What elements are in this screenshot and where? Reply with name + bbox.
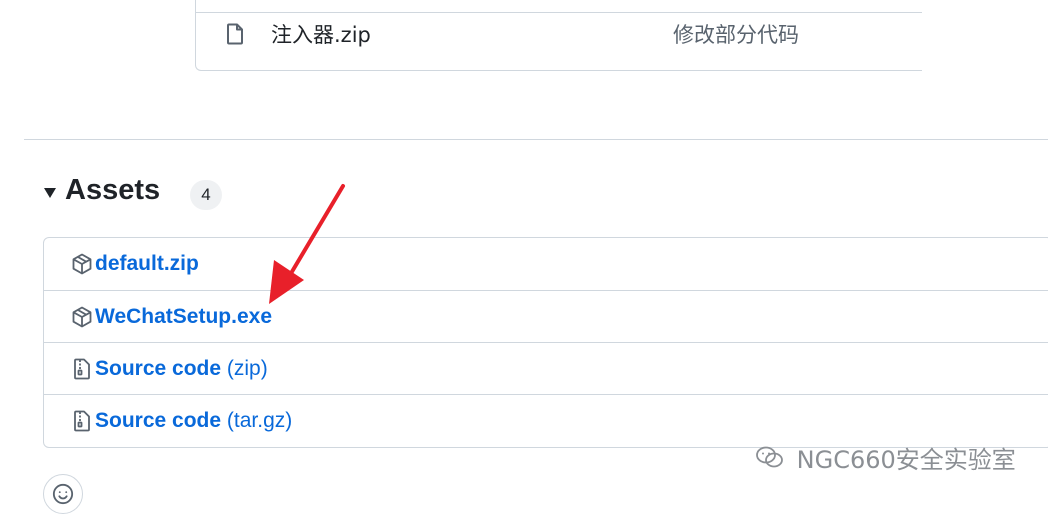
package-icon <box>72 253 92 275</box>
asset-name[interactable]: WeChatSetup.exe <box>95 305 272 328</box>
asset-name[interactable]: Source code <box>95 357 221 380</box>
file-name[interactable]: 注入器.zip <box>271 19 371 49</box>
asset-link[interactable]: default.zip <box>95 252 199 276</box>
asset-name[interactable]: default.zip <box>95 252 199 275</box>
asset-row-source-targz: Source code (tar.gz) <box>44 394 1048 446</box>
red-arrow-annotation <box>269 184 345 304</box>
file-list: 注入器.zip 修改部分代码 <box>195 0 922 71</box>
package-icon <box>72 306 92 328</box>
asset-name[interactable]: Source code <box>95 409 221 432</box>
add-reaction-button[interactable] <box>43 474 83 514</box>
watermark-text: NGC660安全实验室 <box>796 446 1016 474</box>
asset-row-default-zip: default.zip <box>44 238 1048 290</box>
asset-row-source-zip: Source code (zip) <box>44 342 1048 394</box>
asset-suffix[interactable]: (zip) <box>227 357 268 380</box>
commit-message[interactable]: 修改部分代码 <box>673 19 799 49</box>
file-zip-icon <box>74 410 90 432</box>
assets-count-badge: 4 <box>190 180 222 210</box>
triangle-down-icon[interactable] <box>44 188 56 198</box>
asset-suffix[interactable]: (tar.gz) <box>227 409 292 432</box>
asset-row-wechatsetup-exe: WeChatSetup.exe <box>44 290 1048 342</box>
file-row[interactable]: 注入器.zip 修改部分代码 <box>196 13 922 71</box>
watermark: NGC660安全实验室 <box>755 440 1016 474</box>
file-icon <box>227 23 243 45</box>
asset-link[interactable]: Source code (zip) <box>95 357 268 381</box>
asset-link[interactable]: WeChatSetup.exe <box>95 305 272 329</box>
asset-link[interactable]: Source code (tar.gz) <box>95 409 292 433</box>
section-divider <box>24 139 1048 140</box>
wechat-logo-icon <box>756 446 783 467</box>
smiley-icon <box>52 483 74 505</box>
assets-list: default.zip WeChatSetup.exe Source code … <box>43 237 1048 448</box>
assets-title[interactable]: Assets <box>65 174 160 207</box>
file-zip-icon <box>74 358 90 380</box>
